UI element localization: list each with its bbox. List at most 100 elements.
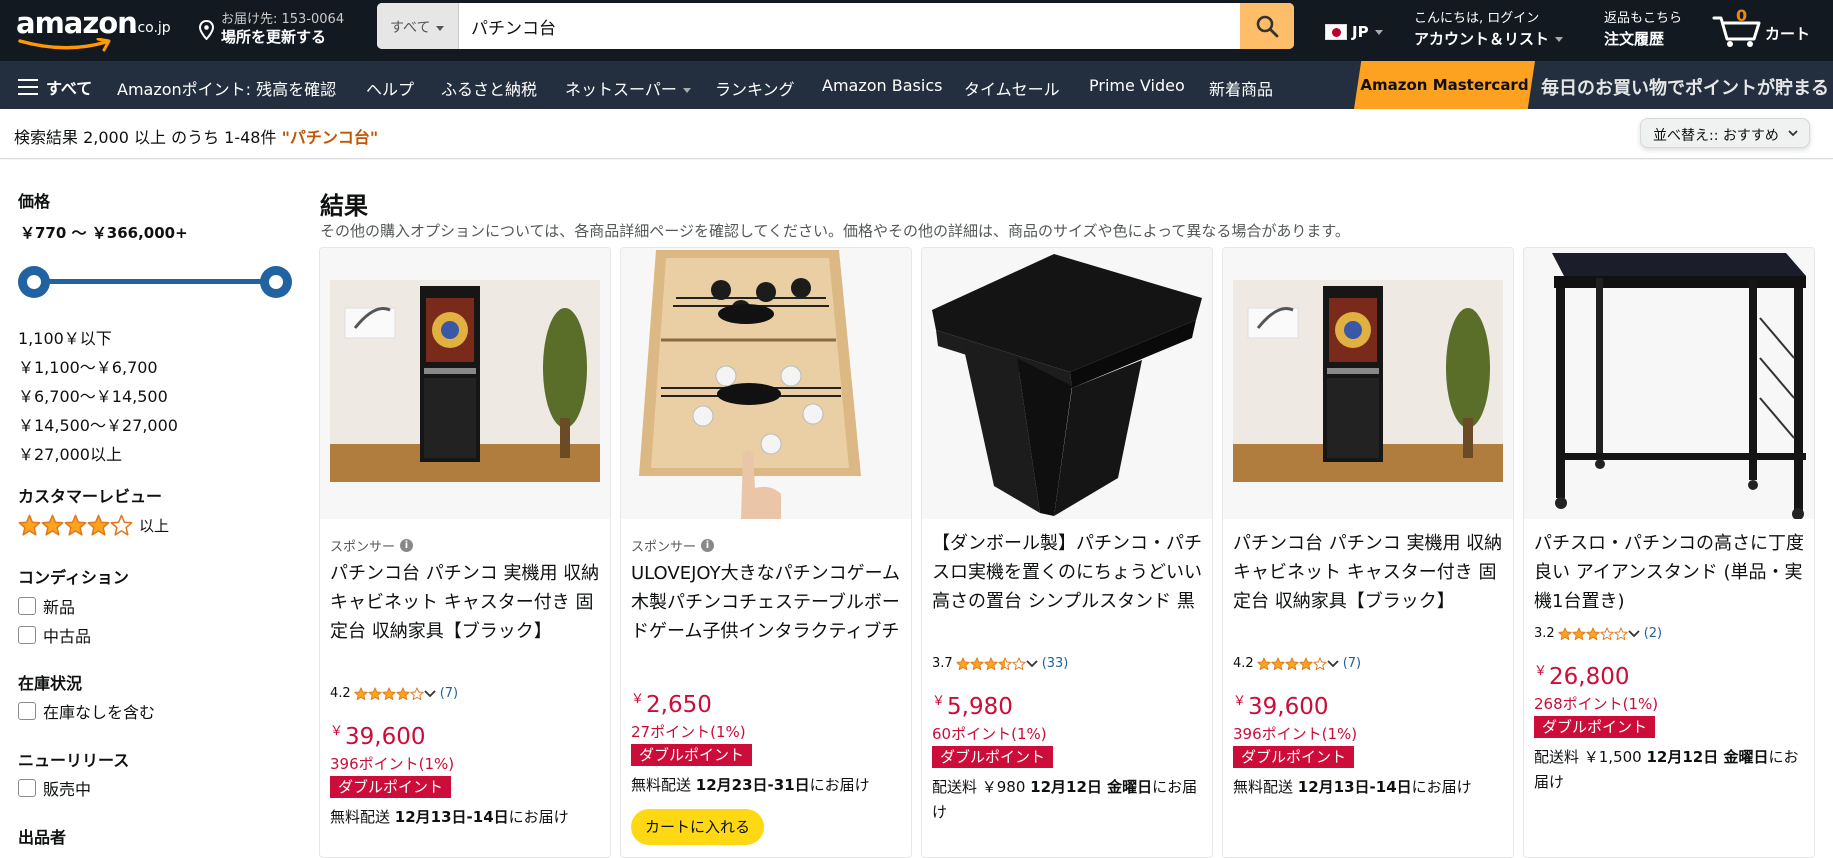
search-category-select[interactable]: すべて	[377, 3, 459, 49]
chevron-down-icon	[682, 88, 691, 93]
nav-item-ranking[interactable]: ランキング	[715, 76, 795, 100]
price-slider-min-handle[interactable]	[18, 266, 50, 298]
product-points: 396ポイント(1%)	[1233, 725, 1358, 743]
product-image[interactable]	[621, 248, 911, 519]
mastercard-promo[interactable]: Amazon Mastercard	[1354, 61, 1535, 109]
product-card[interactable]: 【ダンボール製】パチンコ・パチスロ実機を置くのにちょうどいい高さの置台 シンプル…	[921, 247, 1213, 858]
review-filter-4up[interactable]: 以上	[18, 514, 169, 537]
star-icon	[1257, 656, 1271, 670]
rating-value: 3.2	[1534, 626, 1555, 641]
language-code: JP	[1352, 23, 1369, 41]
star-icon	[41, 514, 64, 536]
condition-new-checkbox[interactable]: 新品	[18, 594, 75, 618]
product-points: 268ポイント(1%)	[1534, 695, 1659, 713]
product-rating[interactable]: 3.2 (2)	[1534, 626, 1662, 641]
delivery-info: 配送料 ￥1,500 12月12日 金曜日にお届け	[1534, 748, 1799, 791]
promo-text[interactable]: 毎日のお買い物でポイントが貯まる	[1541, 74, 1829, 100]
star-icon	[368, 686, 382, 700]
sort-dropdown[interactable]: 並べ替え:: おすすめ	[1640, 118, 1810, 148]
language-selector[interactable]: JP	[1325, 20, 1383, 44]
product-title[interactable]: 【ダンボール製】パチンコ・パチスロ実機を置くのにちょうどいい高さの置台 シンプル…	[932, 529, 1204, 616]
rating-value: 4.2	[1233, 656, 1254, 671]
rating-stars	[956, 656, 1026, 671]
price-slider-max-handle[interactable]	[260, 266, 292, 298]
product-rating[interactable]: 3.7 (33)	[932, 656, 1068, 671]
checkbox[interactable]	[18, 779, 36, 797]
review-count[interactable]: (2)	[1644, 626, 1662, 641]
star-icon	[1586, 626, 1600, 640]
double-points-badge: ダブルポイント	[1534, 716, 1656, 738]
account-lists[interactable]: こんにちは, ログイン アカウント＆リスト	[1414, 7, 1564, 49]
product-card[interactable]: パチンコ台 パチンコ 実機用 収納キャビネット キャスター付き 固定台 収納家具…	[1222, 247, 1514, 858]
price-option[interactable]: 1,100￥以下	[18, 325, 112, 349]
returns-orders[interactable]: 返品もこちら 注文履歴	[1604, 7, 1682, 49]
result-count: 検索結果 2,000 以上 のうち 1-48件 "パチンコ台"	[14, 128, 379, 147]
product-title[interactable]: ULOVEJOY大きなパチンコゲーム木製パチンコチェステーブルボードゲーム子供イ…	[631, 559, 903, 646]
deliver-to[interactable]: お届け先: 153-0064 場所を更新する	[198, 8, 358, 52]
review-count[interactable]: (33)	[1042, 656, 1069, 671]
product-title[interactable]: パチンコ台 パチンコ 実機用 収納キャビネット キャスター付き 固定台 収納家具…	[330, 559, 602, 646]
sponsored-label[interactable]: スポンサー i	[631, 536, 715, 555]
product-card[interactable]: スポンサー i ULOVEJOY大きなパチンコゲーム木製パチンコチェステーブルボー…	[620, 247, 912, 858]
product-price: ￥39,600	[330, 724, 426, 750]
product-rating[interactable]: 4.2 (7)	[330, 686, 458, 701]
price-option[interactable]: ￥6,700〜￥14,500	[18, 383, 168, 407]
product-image[interactable]	[1223, 248, 1513, 519]
review-count[interactable]: (7)	[1343, 656, 1361, 671]
star-icon	[410, 686, 424, 700]
search-button[interactable]	[1240, 3, 1294, 49]
results-subtitle: その他の購入オプションについては、各商品詳細ページを確認してください。価格やその…	[320, 222, 1350, 240]
nav-item-primevideo[interactable]: Prime Video	[1089, 76, 1185, 95]
checkbox[interactable]	[18, 597, 36, 615]
checkbox[interactable]	[18, 702, 36, 720]
search-bar: すべて	[377, 3, 1294, 49]
all-menu-button[interactable]: すべて	[18, 75, 92, 99]
star-icon	[998, 656, 1012, 670]
results-heading: 結果	[320, 192, 368, 220]
nav-item-basics[interactable]: Amazon Basics	[822, 76, 942, 95]
info-icon[interactable]: i	[400, 539, 414, 552]
star-icon	[382, 686, 396, 700]
rating-value: 4.2	[330, 686, 351, 701]
logo-smile-icon	[18, 38, 111, 52]
product-card[interactable]: パチスロ・パチンコの高さに丁度良い アイアンスタンド (単品・実機1台置き) 3…	[1523, 247, 1815, 858]
nav-item-help[interactable]: ヘルプ	[366, 76, 414, 100]
price-option[interactable]: ￥27,000以上	[18, 441, 122, 465]
product-card[interactable]: スポンサー i パチンコ台 パチンコ 実機用 収納キャビネット キャスター付き 固…	[319, 247, 611, 858]
nav-item-points[interactable]: Amazonポイント: 残高を確認	[117, 76, 336, 100]
cart-button[interactable]: 0 カート	[1712, 6, 1822, 50]
chevron-down-icon	[1555, 37, 1564, 42]
star-icon	[1285, 656, 1299, 670]
chevron-down-icon	[1628, 629, 1640, 637]
cart-count: 0	[1736, 6, 1748, 25]
review-count[interactable]: (7)	[440, 686, 458, 701]
nav-item-new[interactable]: 新着商品	[1209, 76, 1273, 100]
stock-checkbox[interactable]: 在庫なしを含む	[18, 699, 155, 723]
checkbox[interactable]	[18, 626, 36, 644]
price-option[interactable]: ￥14,500〜￥27,000	[18, 412, 178, 436]
product-rating[interactable]: 4.2 (7)	[1233, 656, 1361, 671]
price-option[interactable]: ￥1,100〜￥6,700	[18, 354, 158, 378]
product-image[interactable]	[922, 248, 1212, 519]
double-points-badge: ダブルポイント	[1233, 746, 1355, 768]
nav-item-furusato[interactable]: ふるさと納税	[441, 76, 537, 100]
price-slider[interactable]	[18, 264, 294, 300]
product-image[interactable]	[320, 248, 610, 519]
nav-item-timesale[interactable]: タイムセール	[964, 76, 1060, 100]
product-image[interactable]	[1524, 248, 1814, 520]
info-icon[interactable]: i	[701, 539, 715, 552]
rating-stars	[1558, 626, 1628, 641]
star-icon	[87, 514, 110, 536]
condition-used-checkbox[interactable]: 中古品	[18, 623, 91, 647]
nav-item-netsuper[interactable]: ネットスーパー	[565, 76, 691, 100]
add-to-cart-button[interactable]: カートに入れる	[631, 809, 765, 845]
deliver-postcode: お届け先: 153-0064	[221, 12, 345, 27]
sponsored-label[interactable]: スポンサー i	[330, 536, 414, 555]
double-points-badge: ダブルポイント	[932, 746, 1054, 768]
on-sale-checkbox[interactable]: 販売中	[18, 776, 91, 800]
rating-stars	[18, 514, 133, 537]
product-title[interactable]: パチスロ・パチンコの高さに丁度良い アイアンスタンド (単品・実機1台置き)	[1534, 529, 1806, 616]
product-title[interactable]: パチンコ台 パチンコ 実機用 収納キャビネット キャスター付き 固定台 収納家具…	[1233, 529, 1505, 616]
search-input[interactable]	[459, 3, 1249, 49]
amazon-logo[interactable]: amazon .co.jp	[16, 4, 176, 54]
